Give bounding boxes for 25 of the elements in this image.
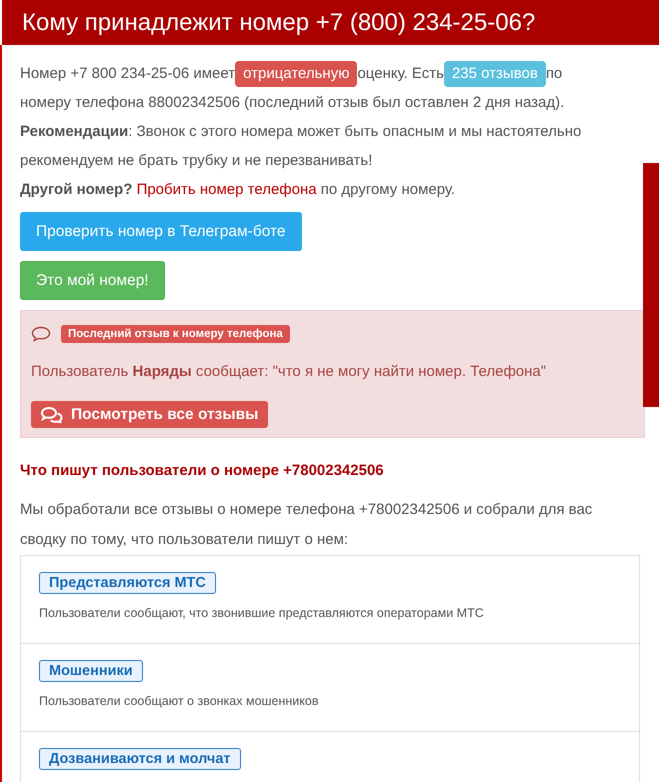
- last-review-badge: Последний отзыв к номеру телефона: [61, 325, 290, 343]
- check-number-link[interactable]: Пробить номер телефона: [136, 181, 317, 198]
- category-description: Пользователи сообщают о звонках мошенников: [39, 694, 320, 708]
- intro-text: по: [546, 65, 562, 82]
- intro-text: Номер +7 800 234-25-06 имеет: [20, 65, 236, 82]
- category-tag: Дозваниваются и молчат: [39, 748, 241, 770]
- all-reviews-button[interactable]: Посмотреть все отзывы: [31, 401, 268, 428]
- category-description: Пользователи сообщают, что звонившие представляются операторами МТС: [39, 606, 485, 620]
- summary-intro-text: Мы обработали все отзывы о номере телефона +78002342506 и собрали для вас сводку по тому, что пользователи пишут о нем:: [20, 500, 594, 550]
- review-text: Пользователь Наряды сообщает: "что я не могу найти номер. Телефона": [31, 363, 548, 380]
- comment-icon: [31, 326, 51, 342]
- reviews-count-badge: 235 отзывов: [444, 61, 546, 87]
- intro-text: номеру телефона 88002342506 (последний отзыв был оставлен 2 дня назад).: [20, 94, 564, 111]
- telegram-check-button[interactable]: Проверить номер в Телеграм-боте: [20, 212, 302, 251]
- recommendation-text: Рекомендации: Звонок с этого номера может быть опасным и мы настоятельно рекомендуем не брать трубку и не перезванивать!: [20, 122, 582, 171]
- comments-icon: [41, 406, 63, 422]
- category-tag: Мошенники: [39, 660, 143, 682]
- side-tab[interactable]: [643, 163, 659, 407]
- page-title: Кому принадлежит номер +7 (800) 234-25-06?: [22, 8, 536, 36]
- other-number-text: Другой номер? Пробить номер телефона по другому номеру.: [20, 180, 456, 200]
- my-number-button[interactable]: Это мой номер!: [20, 261, 165, 300]
- intro-text: оценку. Есть: [357, 65, 444, 82]
- rating-badge: отрицательную: [235, 61, 358, 87]
- section-heading: Что пишут пользователи о номере +78002342506: [20, 462, 385, 479]
- category-tag: Представляются МТС: [39, 572, 216, 594]
